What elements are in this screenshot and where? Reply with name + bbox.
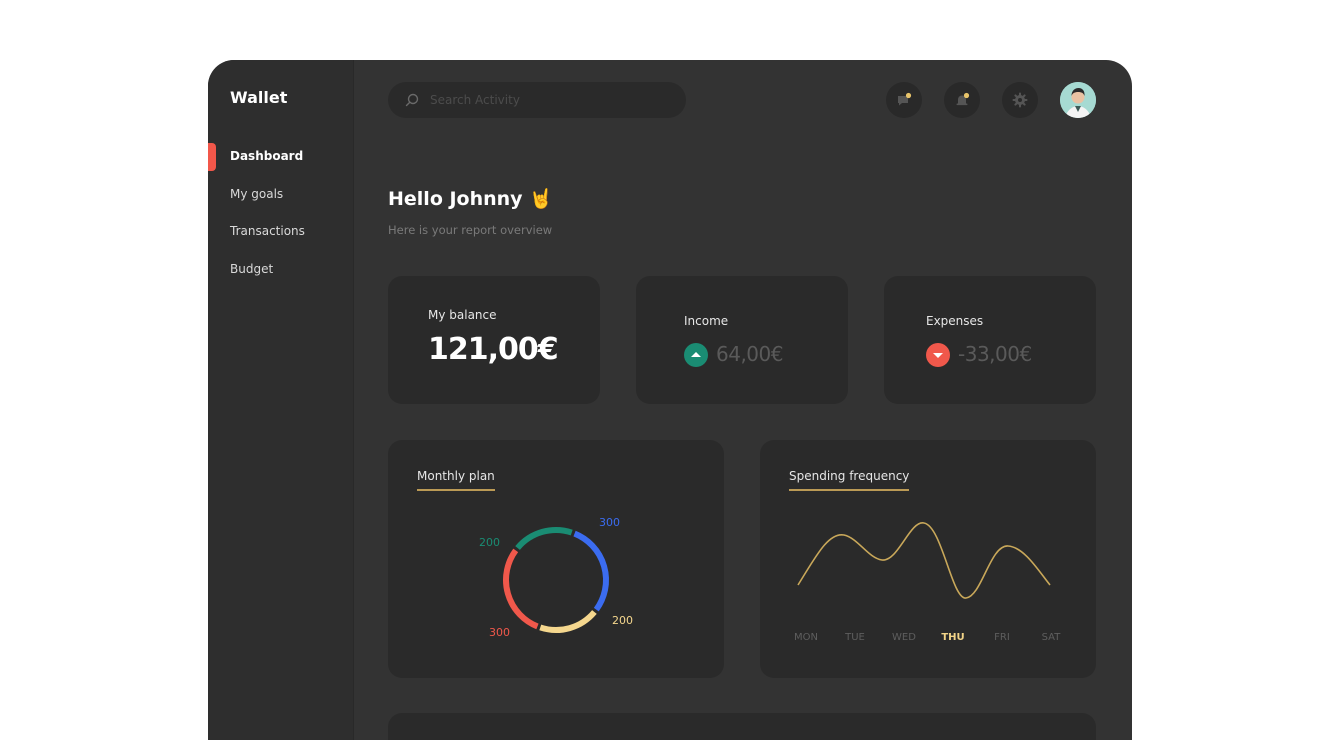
balance-label: My balance — [428, 308, 497, 322]
page-subtitle: Here is your report overview — [388, 223, 553, 237]
bottom-card — [388, 713, 1096, 740]
app-window: Wallet Dashboard My goals Transactions B… — [208, 60, 1132, 740]
day-label-mon: MON — [794, 632, 818, 643]
settings-button[interactable] — [1002, 82, 1038, 118]
active-nav-indicator — [208, 143, 216, 171]
donut-segment — [515, 527, 573, 551]
balance-card: My balance 121,00€ — [388, 276, 600, 404]
search-bar[interactable] — [388, 82, 686, 118]
sidebar-item-transactions[interactable]: Transactions — [230, 224, 305, 238]
spending-line — [797, 522, 1051, 599]
sidebar: Wallet Dashboard My goals Transactions B… — [208, 60, 354, 740]
expenses-label: Expenses — [926, 314, 984, 328]
income-card: Income 64,00€ — [636, 276, 848, 404]
donut-segment — [539, 609, 597, 633]
expense-icon — [926, 343, 950, 367]
app-logo: Wallet — [230, 88, 288, 107]
bell-notification-icon — [956, 92, 970, 106]
income-value: 64,00€ — [716, 342, 783, 366]
day-label-wed: WED — [892, 632, 916, 643]
chat-notification-icon — [898, 92, 912, 106]
messages-button[interactable] — [886, 82, 922, 118]
expenses-card: Expenses -33,00€ — [884, 276, 1096, 404]
sidebar-item-my-goals[interactable]: My goals — [230, 187, 283, 201]
balance-value: 121,00€ — [428, 332, 559, 367]
donut-label-blue: 300 — [599, 516, 620, 529]
donut-label-red: 300 — [489, 626, 510, 639]
gear-icon — [1012, 92, 1028, 108]
day-label-sat: SAT — [1041, 632, 1061, 643]
donut-label-yellow: 200 — [612, 614, 633, 627]
donut-segment — [573, 530, 609, 612]
day-label-tue: TUE — [845, 632, 865, 643]
user-avatar-icon — [1060, 82, 1096, 118]
monthly-plan-donut-chart — [503, 527, 609, 633]
income-label: Income — [684, 314, 729, 328]
expenses-value: -33,00€ — [958, 342, 1032, 366]
monthly-plan-card: Monthly plan 300 200 300 200 — [388, 440, 724, 678]
spending-frequency-card: Spending frequency MON TUE WED THU FRI S… — [760, 440, 1096, 678]
search-icon — [405, 93, 419, 107]
day-label-fri: FRI — [994, 632, 1010, 643]
income-icon — [684, 343, 708, 367]
sidebar-item-budget[interactable]: Budget — [230, 262, 273, 276]
notifications-button[interactable] — [944, 82, 980, 118]
search-input[interactable] — [430, 90, 660, 110]
day-label-thu: THU — [941, 632, 965, 643]
sidebar-item-dashboard[interactable]: Dashboard — [230, 149, 303, 163]
page-title: Hello Johnny 🤘 — [388, 188, 553, 210]
user-avatar[interactable] — [1060, 82, 1096, 118]
donut-label-green: 200 — [479, 536, 500, 549]
donut-segment — [503, 548, 539, 630]
